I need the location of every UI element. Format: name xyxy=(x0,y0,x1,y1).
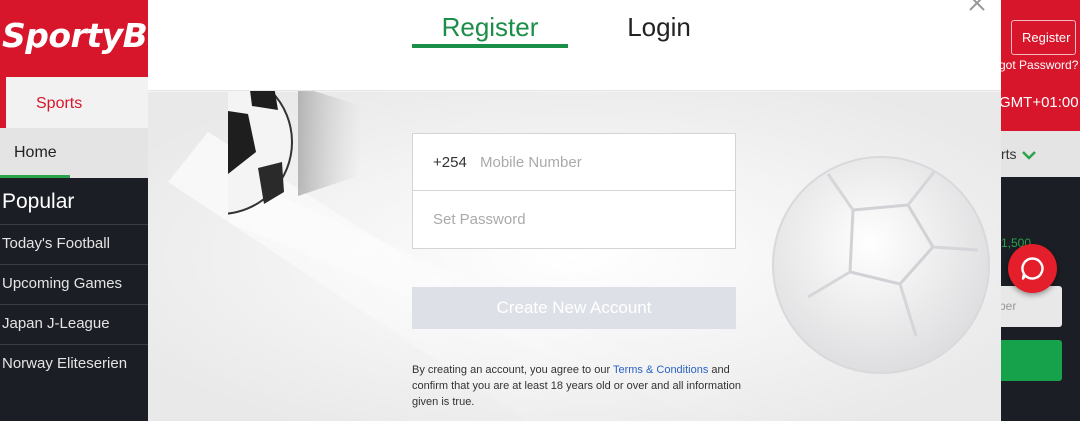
sports-dropdown[interactable]: rts xyxy=(1001,131,1080,177)
create-account-button[interactable]: Create New Account xyxy=(412,287,736,329)
tab-home[interactable]: Home xyxy=(0,128,70,178)
chat-icon xyxy=(1021,257,1044,280)
terms-conditions-link[interactable]: Terms & Conditions xyxy=(613,364,708,376)
menu-item-japan-j-league[interactable]: Japan J-League xyxy=(0,304,148,344)
terms-notice: By creating an account, you agree to our… xyxy=(412,362,742,410)
background-sidebar-left: SportyB Sports Home Popular Today's Foot… xyxy=(0,0,148,421)
menu-item-norway-eliteserien[interactable]: Norway Eliteserien xyxy=(0,344,148,384)
active-tab-indicator xyxy=(412,44,568,48)
terms-text-before: By creating an account, you agree to our xyxy=(412,364,613,376)
timezone-label: GMT+01:00 xyxy=(1001,94,1079,111)
set-password-input[interactable] xyxy=(433,191,723,247)
tab-login[interactable]: Login xyxy=(614,12,704,43)
tab-register-label: Register xyxy=(441,12,539,42)
mobile-field: +254 xyxy=(412,133,736,191)
sports-dropdown-label: rts xyxy=(1001,146,1017,162)
header-brand-area-right: Register got Password? GMT+01:00 xyxy=(1001,0,1080,131)
header-register-button[interactable]: Register xyxy=(1011,20,1076,55)
mobile-number-input[interactable] xyxy=(480,134,730,190)
chevron-down-icon xyxy=(1022,151,1037,161)
chat-button[interactable] xyxy=(1008,244,1057,293)
forgot-password-link[interactable]: got Password? xyxy=(1001,58,1078,72)
menu-item-todays-football[interactable]: Today's Football xyxy=(0,224,148,264)
site-logo: SportyB xyxy=(2,16,148,55)
betslip-green-button[interactable] xyxy=(1001,340,1062,381)
tab-sports[interactable]: Sports xyxy=(6,77,148,128)
close-icon[interactable] xyxy=(966,0,988,14)
subnav-bar: Home xyxy=(0,128,148,178)
modal-header: Register Login xyxy=(148,0,1001,91)
menu-item-upcoming-games[interactable]: Upcoming Games xyxy=(0,264,148,304)
header-brand-area: SportyB Sports xyxy=(0,0,148,128)
tab-register[interactable]: Register xyxy=(412,12,568,48)
register-modal: Register Login +254 Create New Account B… xyxy=(148,0,1001,421)
popular-heading: Popular xyxy=(2,190,75,213)
country-code-prefix: +254 xyxy=(433,154,467,171)
register-form: +254 xyxy=(412,133,736,249)
popular-menu: Today's Football Upcoming Games Japan J-… xyxy=(0,224,148,384)
background-right-panel: Register got Password? GMT+01:00 rts 1,5… xyxy=(1001,0,1080,421)
password-field xyxy=(412,191,736,249)
